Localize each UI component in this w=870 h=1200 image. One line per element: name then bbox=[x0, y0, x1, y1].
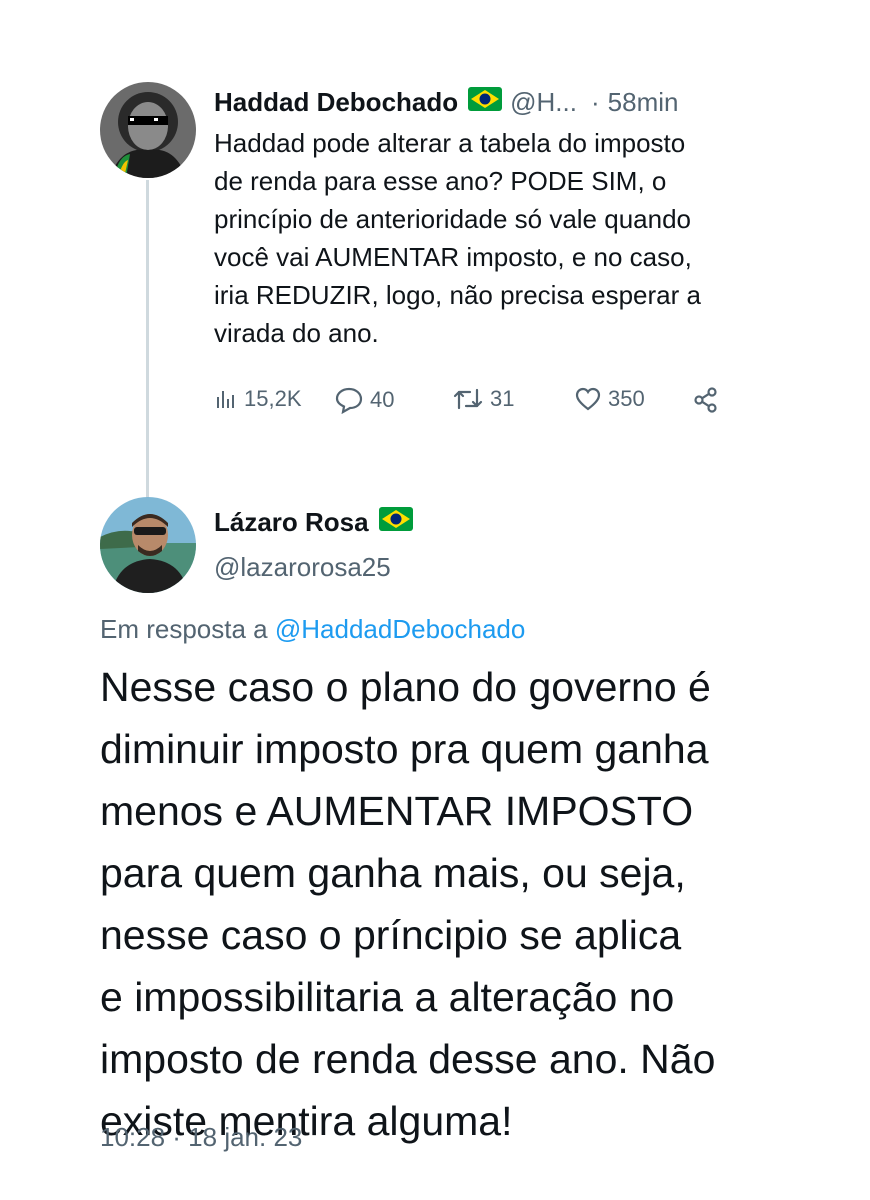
tweet-header: Haddad Debochado @H... · 58min bbox=[214, 84, 678, 120]
share-icon bbox=[692, 386, 720, 414]
tweet-text: Nesse caso o plano do governo é diminuir… bbox=[100, 664, 716, 1144]
author-name[interactable]: Lázaro Rosa bbox=[214, 507, 369, 538]
heart-icon bbox=[574, 386, 602, 412]
tweet-text: Haddad pode alterar a tabela do imposto … bbox=[214, 128, 701, 348]
thread-connector-line bbox=[146, 180, 149, 498]
reply-count: 40 bbox=[370, 387, 395, 412]
avatar-haddad-debochado[interactable] bbox=[100, 82, 196, 178]
reply-icon bbox=[334, 386, 364, 414]
share-button[interactable] bbox=[692, 386, 720, 414]
tweet-timestamp[interactable]: 10:28 · 18 jan. 23 bbox=[100, 1122, 302, 1153]
reply-button[interactable]: 40 bbox=[334, 386, 394, 414]
reply-handle-link[interactable]: @HaddadDebochado bbox=[275, 614, 525, 644]
separator-dot: · bbox=[590, 86, 600, 117]
tweet-time[interactable]: 58min bbox=[608, 87, 679, 118]
views-count: 15,2K bbox=[244, 386, 302, 411]
author-name-row: Lázaro Rosa bbox=[214, 507, 421, 538]
like-count: 350 bbox=[608, 386, 645, 411]
views-button[interactable]: 15,2K bbox=[214, 386, 302, 412]
avatar-lazaro-rosa[interactable] bbox=[100, 497, 196, 593]
author-handle[interactable]: @H... bbox=[510, 87, 577, 118]
retweet-count: 31 bbox=[490, 386, 515, 411]
author-handle[interactable]: @lazarorosa25 bbox=[214, 552, 391, 583]
retweet-button[interactable]: 31 bbox=[452, 386, 514, 412]
brazil-flag-icon bbox=[468, 86, 503, 118]
reply-context: Em resposta a @HaddadDebochado bbox=[100, 614, 525, 645]
like-button[interactable]: 350 bbox=[574, 386, 645, 412]
reply-prefix: Em resposta a bbox=[100, 614, 268, 644]
author-name[interactable]: Haddad Debochado bbox=[214, 87, 458, 118]
retweet-icon bbox=[452, 386, 484, 412]
brazil-flag-icon bbox=[378, 507, 413, 538]
views-icon bbox=[214, 387, 238, 411]
